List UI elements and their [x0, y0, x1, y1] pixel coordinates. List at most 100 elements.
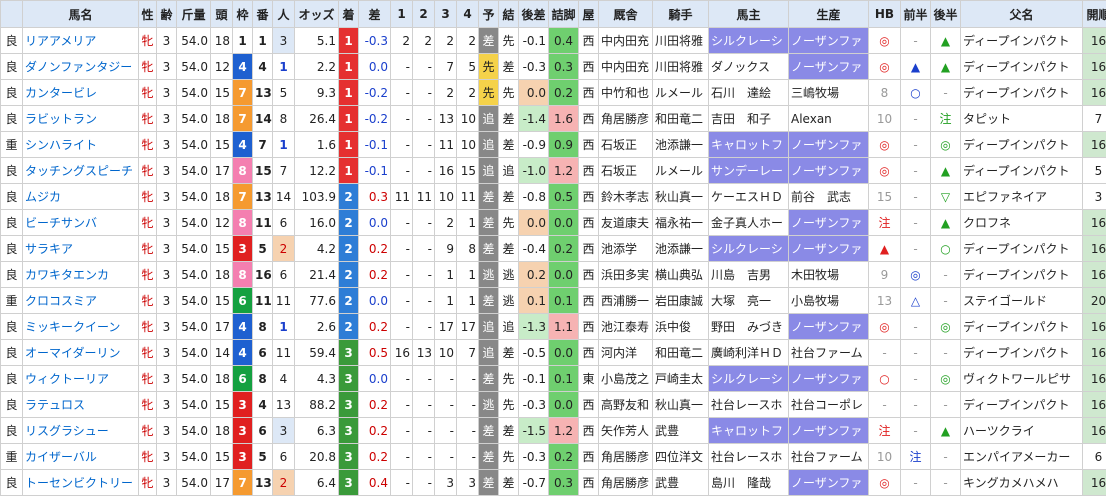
- field-size-cell: 15: [210, 235, 233, 262]
- owner-cell: 野田 みづき: [708, 313, 789, 340]
- horse-number-cell: 6: [252, 417, 273, 444]
- track-condition: 良: [0, 469, 23, 496]
- column-header[interactable]: 人: [272, 0, 295, 28]
- column-header[interactable]: 厩舎: [598, 0, 653, 28]
- column-header[interactable]: 前半: [900, 0, 931, 28]
- column-header[interactable]: HB: [868, 0, 901, 28]
- horse-name-link[interactable]: ムジカ: [22, 183, 139, 210]
- horse-name-link[interactable]: ラテュロス: [22, 391, 139, 418]
- horse-name-link[interactable]: ミッキークイーン: [22, 313, 139, 340]
- breeder-cell: ノーザンファ: [788, 469, 869, 496]
- horse-name-link[interactable]: シンハライト: [22, 131, 139, 158]
- late-diff-cell: -0.3: [518, 443, 549, 470]
- column-header[interactable]: 生産: [788, 0, 869, 28]
- late-diff-cell: -0.3: [518, 53, 549, 80]
- column-header[interactable]: 性: [138, 0, 157, 28]
- hb-mark-cell: ◎: [868, 131, 901, 158]
- horse-name-link[interactable]: カンタービレ: [22, 79, 139, 106]
- track-condition: 良: [0, 105, 23, 132]
- closing-cell: 1.2: [548, 157, 579, 184]
- result-style-cell: 先: [498, 443, 519, 470]
- owner-cell: 社台レースホ: [708, 391, 789, 418]
- field-size-cell: 12: [210, 209, 233, 236]
- age-cell: 3: [156, 79, 177, 106]
- column-header[interactable]: 屋: [578, 0, 599, 28]
- column-header[interactable]: 後半: [930, 0, 961, 28]
- odds-cell: 4.3: [294, 365, 339, 392]
- column-header[interactable]: 馬名: [22, 0, 139, 28]
- horse-number-cell: 13: [252, 469, 273, 496]
- jockey-cell: 川田将雅: [652, 27, 709, 54]
- second-half-mark-cell: ○: [930, 235, 961, 262]
- horse-name-link[interactable]: トーセンビクトリー: [22, 469, 139, 496]
- table-row: 良リスグラシュー牝 3 54.0 18 3 6 3 6.3 3 0.2- - - - 差差 -1.5 1.2 西…: [0, 417, 1106, 444]
- weight-cell: 54.0: [176, 339, 211, 366]
- column-header[interactable]: 斤量: [176, 0, 211, 28]
- predicted-style-cell: 差: [478, 183, 499, 210]
- corner1-cell: -: [390, 131, 413, 158]
- second-half-mark-cell: -: [930, 79, 961, 106]
- corner4-cell: -: [456, 443, 479, 470]
- column-header[interactable]: 4: [456, 0, 479, 28]
- column-header[interactable]: 騎手: [652, 0, 709, 28]
- column-header[interactable]: オッズ: [294, 0, 339, 28]
- horse-name-link[interactable]: リアアメリア: [22, 27, 139, 54]
- second-half-mark-cell: ▲: [930, 157, 961, 184]
- result-style-cell: 先: [498, 391, 519, 418]
- odds-cell: 6.3: [294, 417, 339, 444]
- closing-cell: 1.2: [548, 417, 579, 444]
- horse-name-link[interactable]: ビーチサンバ: [22, 209, 139, 236]
- column-header[interactable]: 後差: [518, 0, 549, 28]
- column-header[interactable]: 1: [390, 0, 413, 28]
- predicted-style-cell: 追: [478, 131, 499, 158]
- column-header[interactable]: 馬主: [708, 0, 789, 28]
- corner2-cell: 13: [412, 339, 435, 366]
- column-header[interactable]: 2: [412, 0, 435, 28]
- field-size-cell: 18: [210, 183, 233, 210]
- meeting-order-cell: 16: [1082, 53, 1106, 80]
- field-size-cell: 15: [210, 79, 233, 106]
- column-header[interactable]: 予: [478, 0, 499, 28]
- horse-name-link[interactable]: オーマイダーリン: [22, 339, 139, 366]
- track-condition: 良: [0, 313, 23, 340]
- table-row: 良ムジカ牝 3 54.0 18 7 13 14 103.9 2 0.3 11 11 10 11 差差 -0.8…: [0, 183, 1106, 210]
- gate-cell: 6: [232, 287, 253, 314]
- column-header[interactable]: 差: [358, 0, 391, 28]
- horse-name-link[interactable]: サラキア: [22, 235, 139, 262]
- column-header[interactable]: 3: [434, 0, 457, 28]
- column-header[interactable]: 詰脚: [548, 0, 579, 28]
- column-header[interactable]: 頭: [210, 0, 233, 28]
- margin-cell: 0.2: [358, 417, 391, 444]
- column-header[interactable]: 着: [338, 0, 359, 28]
- age-cell: 3: [156, 157, 177, 184]
- column-header[interactable]: 枠: [232, 0, 253, 28]
- horse-name-link[interactable]: ラビットラン: [22, 105, 139, 132]
- column-header[interactable]: 開順: [1082, 0, 1106, 28]
- horse-name-link[interactable]: カイザーバル: [22, 443, 139, 470]
- column-header[interactable]: 父名: [960, 0, 1083, 28]
- column-header[interactable]: 結: [498, 0, 519, 28]
- odds-cell: 59.4: [294, 339, 339, 366]
- column-header[interactable]: 番: [252, 0, 273, 28]
- track-condition: 良: [0, 261, 23, 288]
- age-cell: 3: [156, 53, 177, 80]
- sex-cell: 牝: [138, 287, 157, 314]
- horse-name-link[interactable]: クロコスミア: [22, 287, 139, 314]
- closing-cell: 0.0: [548, 391, 579, 418]
- horse-name-link[interactable]: リスグラシュー: [22, 417, 139, 444]
- column-header[interactable]: 齢: [156, 0, 177, 28]
- age-cell: 3: [156, 365, 177, 392]
- closing-cell: 0.3: [548, 53, 579, 80]
- gate-cell: 4: [232, 53, 253, 80]
- sire-cell: エンパイアメーカー: [960, 443, 1083, 470]
- horse-name-link[interactable]: カワキタエンカ: [22, 261, 139, 288]
- table-row: 良サラキア牝 3 54.0 15 3 5 2 4.2 2 0.2- -9 8 差差 -0.4 0.2 西池添学…: [0, 235, 1106, 262]
- second-half-mark-cell: -: [930, 261, 961, 288]
- horse-name-link[interactable]: タッチングスピーチ: [22, 157, 139, 184]
- horse-name-link[interactable]: ダノンファンタジー: [22, 53, 139, 80]
- horse-name-link[interactable]: ウィクトーリア: [22, 365, 139, 392]
- finish-rank-cell: 3: [338, 443, 359, 470]
- field-size-cell: 12: [210, 53, 233, 80]
- owner-cell: キャロットフ: [708, 417, 789, 444]
- corner3-cell: 13: [434, 105, 457, 132]
